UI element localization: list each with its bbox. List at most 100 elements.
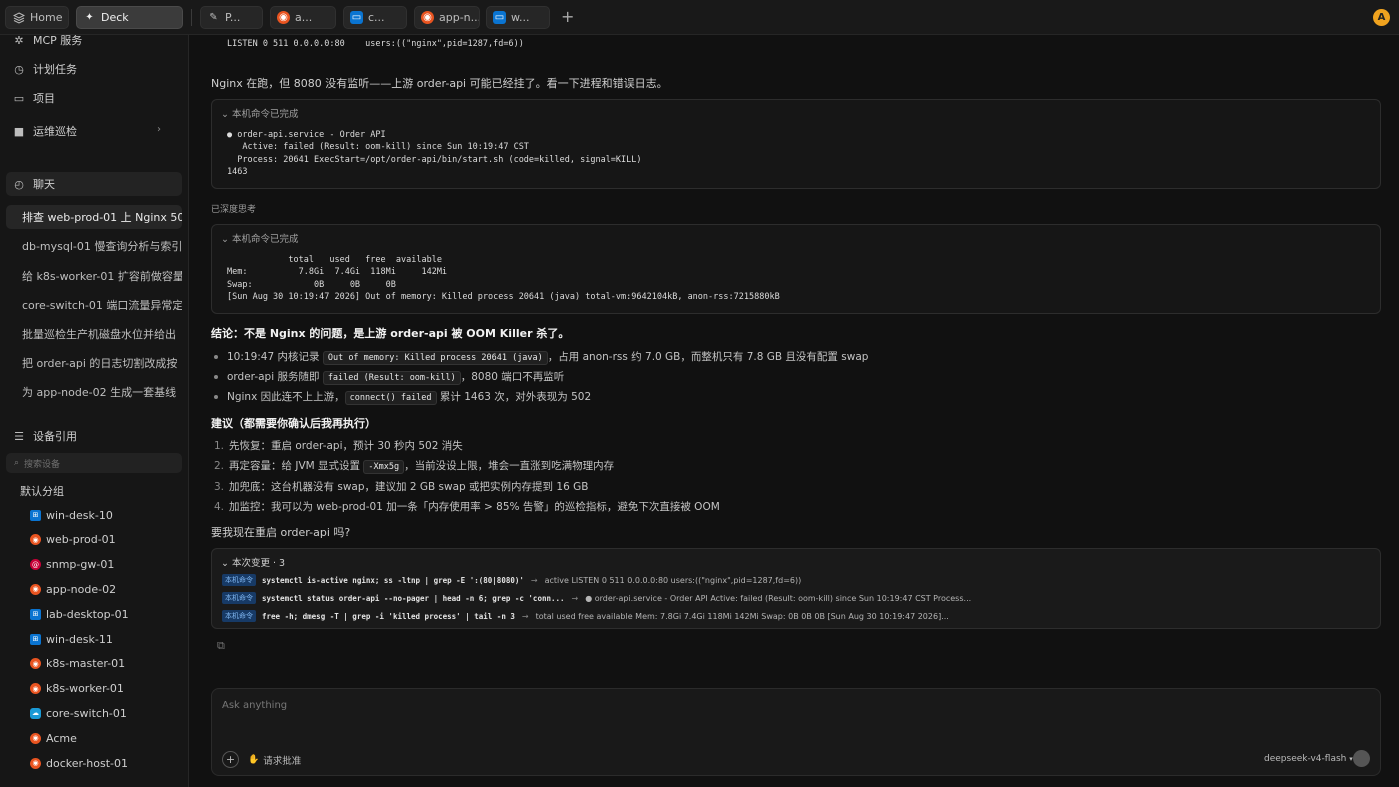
folder-filled-icon: ■ xyxy=(13,124,25,138)
layers-icon xyxy=(12,11,25,24)
ubuntu-icon: ◉ xyxy=(277,11,290,24)
device-item[interactable]: ◉ web-prod-01 xyxy=(30,532,116,548)
terminal-icon: ▭ xyxy=(350,11,363,24)
device-item[interactable]: ◉ app-node-02 xyxy=(30,581,116,597)
ubuntu-icon: ◉ xyxy=(30,658,41,670)
change-row[interactable]: 本机命令 free -h; dmesg -T | grep -i 'killed… xyxy=(222,610,949,622)
device-group-label[interactable]: 默认分组 xyxy=(20,483,64,499)
list-item: 4. 加监控：我可以为 web-prod-01 加一条「内存使用率 > 85% 告… xyxy=(214,501,720,513)
approval-toggle[interactable]: ✋ 请求批准 xyxy=(248,753,301,767)
hand-icon: ✋ xyxy=(248,755,260,765)
thinking-indicator[interactable]: 已深度思考 xyxy=(211,202,256,215)
list-item: 10:19:47 内核记录 Out of memory: Killed proc… xyxy=(214,349,868,365)
chat-section-header[interactable]: ◴ 聊天 xyxy=(6,172,182,196)
device-item[interactable]: ◉ Acme xyxy=(30,730,77,746)
sidebar-item-mcp[interactable]: ✲ MCP 服务 xyxy=(12,35,82,49)
command-block-header[interactable]: ⌄ 本机命令已完成 xyxy=(221,106,299,120)
top-bar: Home ✦ Deck ✎ P... ◉ a... ▭ c... ◉ app-n... … xyxy=(0,0,1399,35)
send-button[interactable] xyxy=(1353,750,1370,767)
tab-divider xyxy=(191,9,192,26)
device-item[interactable]: ⊞ win-desk-10 xyxy=(30,507,113,523)
arrow-right-icon: → xyxy=(530,575,538,585)
windows-icon: ⊞ xyxy=(30,509,41,521)
ubuntu-icon: ◉ xyxy=(30,583,41,595)
chat-item[interactable]: 给 k8s-worker-01 扩容前做容量 xyxy=(6,264,182,288)
chevron-down-icon: ⌄ xyxy=(221,109,229,120)
changes-header[interactable]: ⌄ 本次变更 · 3 xyxy=(221,555,285,569)
command-block-header[interactable]: ⌄ 本机命令已完成 xyxy=(221,231,299,245)
tab-item-5[interactable]: ▭ w... xyxy=(486,6,550,29)
ubuntu-icon: ◉ xyxy=(30,732,41,744)
tab-item-1[interactable]: ✎ P... xyxy=(200,6,263,29)
chat-main: LISTEN 0 511 0.0.0.0:80 users:(("nginx",… xyxy=(190,35,1399,787)
device-item[interactable]: ◉ k8s-worker-01 xyxy=(30,681,124,697)
device-search-placeholder: 搜索设备 xyxy=(24,459,61,470)
list-item: order-api 服务随即 failed (Result: oom-kill)… xyxy=(214,369,564,385)
assistant-question: 要我现在重启 order-api 吗? xyxy=(211,526,351,539)
chat-item[interactable]: 为 app-node-02 生成一套基线 xyxy=(6,380,182,404)
avatar[interactable]: A xyxy=(1373,9,1390,26)
folder-icon: ▭ xyxy=(13,91,25,105)
list-item: 3. 加兜底：这台机器没有 swap，建议加 2 GB swap 或把实例内存提到… xyxy=(214,481,589,493)
clock-icon: ◷ xyxy=(14,62,24,76)
ubuntu-icon: ◉ xyxy=(421,11,434,24)
chat-item[interactable]: core-switch-01 端口流量异常定 xyxy=(6,293,182,317)
debian-icon: @ xyxy=(30,559,41,571)
model-select[interactable]: deepseek-v4-flash ▾ xyxy=(1264,754,1353,764)
tab-item-2[interactable]: ◉ a... xyxy=(270,6,336,29)
chat-item[interactable]: 把 order-api 的日志切割改成按 xyxy=(6,351,182,375)
device-item[interactable]: @ snmp-gw-01 xyxy=(30,557,114,573)
chat-item[interactable]: 批量巡检生产机磁盘水位并给出 xyxy=(6,322,182,346)
ubuntu-icon: ◉ xyxy=(30,683,41,695)
chevron-right-icon[interactable]: › xyxy=(157,124,161,135)
composer: Ask anything + ✋ 请求批准 deepseek-v4-flash ▾ xyxy=(211,688,1381,776)
sidebar-item-projects[interactable]: ▭ 项目 xyxy=(12,89,55,107)
devices-section-header[interactable]: ☰ 设备引用 xyxy=(12,427,77,445)
tab-home[interactable]: Home xyxy=(5,6,69,29)
tab-deck[interactable]: ✦ Deck xyxy=(76,6,183,29)
device-item[interactable]: ◉ docker-host-01 xyxy=(30,755,128,771)
new-tab-button[interactable]: + xyxy=(561,7,574,26)
chevron-down-icon: ⌄ xyxy=(221,234,229,245)
command-output: LISTEN 0 511 0.0.0.0:80 users:(("nginx",… xyxy=(227,39,524,49)
command-block: ⌄ 本机命令已完成 total used free available Mem:… xyxy=(211,224,1381,314)
sidebar-item-ops[interactable]: ■ 运维巡检 xyxy=(12,122,77,140)
list-item: Nginx 因此连不上上游， connect() failed 累计 1463 次… xyxy=(214,389,591,405)
advice-heading: 建议（都需要你确认后我再执行） xyxy=(211,417,376,430)
changes-panel: ⌄ 本次变更 · 3 本机命令 systemctl is-active ngin… xyxy=(211,548,1381,629)
tab-item-4[interactable]: ◉ app-n... xyxy=(414,6,480,29)
copy-icon[interactable]: ⧉ xyxy=(217,639,225,653)
ubuntu-icon: ◉ xyxy=(30,534,41,546)
device-item[interactable]: ◉ k8s-master-01 xyxy=(30,656,125,672)
chat-item[interactable]: db-mysql-01 慢查询分析与索引 xyxy=(6,234,182,258)
command-block: ⌄ 本机命令已完成 ● order-api.service - Order AP… xyxy=(211,99,1381,189)
chat-icon: ✎ xyxy=(209,12,218,23)
arrow-right-icon: → xyxy=(521,611,529,621)
sparkle-icon: ✦ xyxy=(85,12,94,23)
sidebar: ✲ MCP 服务 ◷ 计划任务 ▭ 项目 ■ 运维巡检 › ◴ 聊天 排查 web-pro… xyxy=(0,35,189,787)
attach-button[interactable]: + xyxy=(222,751,239,768)
command-output: ● order-api.service - Order API Active: … xyxy=(227,130,642,178)
device-item[interactable]: ☁ core-switch-01 xyxy=(30,705,127,721)
change-row[interactable]: 本机命令 systemctl status order-api --no-pag… xyxy=(222,592,971,604)
chat-item[interactable]: 排查 web-prod-01 上 Nginx 502 错误 xyxy=(6,205,182,229)
search-icon: ⌕ xyxy=(14,458,20,468)
list-item: 2. 再定容量：给 JVM 显式设置 -Xmx5g ，当前没设上限，堆会一直涨到吃满… xyxy=(214,460,615,474)
message-input[interactable]: Ask anything xyxy=(222,700,287,711)
windows-icon: ⊞ xyxy=(30,608,41,620)
device-item[interactable]: ⊞ win-desk-11 xyxy=(30,631,113,647)
mcp-icon: ✲ xyxy=(14,35,24,47)
sidebar-item-scheduled[interactable]: ◷ 计划任务 xyxy=(12,60,77,78)
server-icon: ☰ xyxy=(14,429,24,443)
conclusion-heading: 结论：不是 Nginx 的问题，是上游 order-api 被 OOM Kill… xyxy=(211,327,570,340)
device-search[interactable]: ⌕ 搜索设备 xyxy=(6,453,182,473)
windows-icon: ▭ xyxy=(493,11,506,24)
ubuntu-icon: ◉ xyxy=(30,757,41,769)
command-output: total used free available Mem: 7.8Gi 7.4… xyxy=(227,255,780,303)
device-item[interactable]: ⊞ lab-desktop-01 xyxy=(30,606,129,622)
change-row[interactable]: 本机命令 systemctl is-active nginx; ss -ltnp… xyxy=(222,574,801,586)
tab-item-3[interactable]: ▭ c... xyxy=(343,6,407,29)
windows-icon: ⊞ xyxy=(30,633,41,645)
arrow-right-icon: → xyxy=(571,593,579,603)
cloud-icon: ☁ xyxy=(30,707,41,719)
